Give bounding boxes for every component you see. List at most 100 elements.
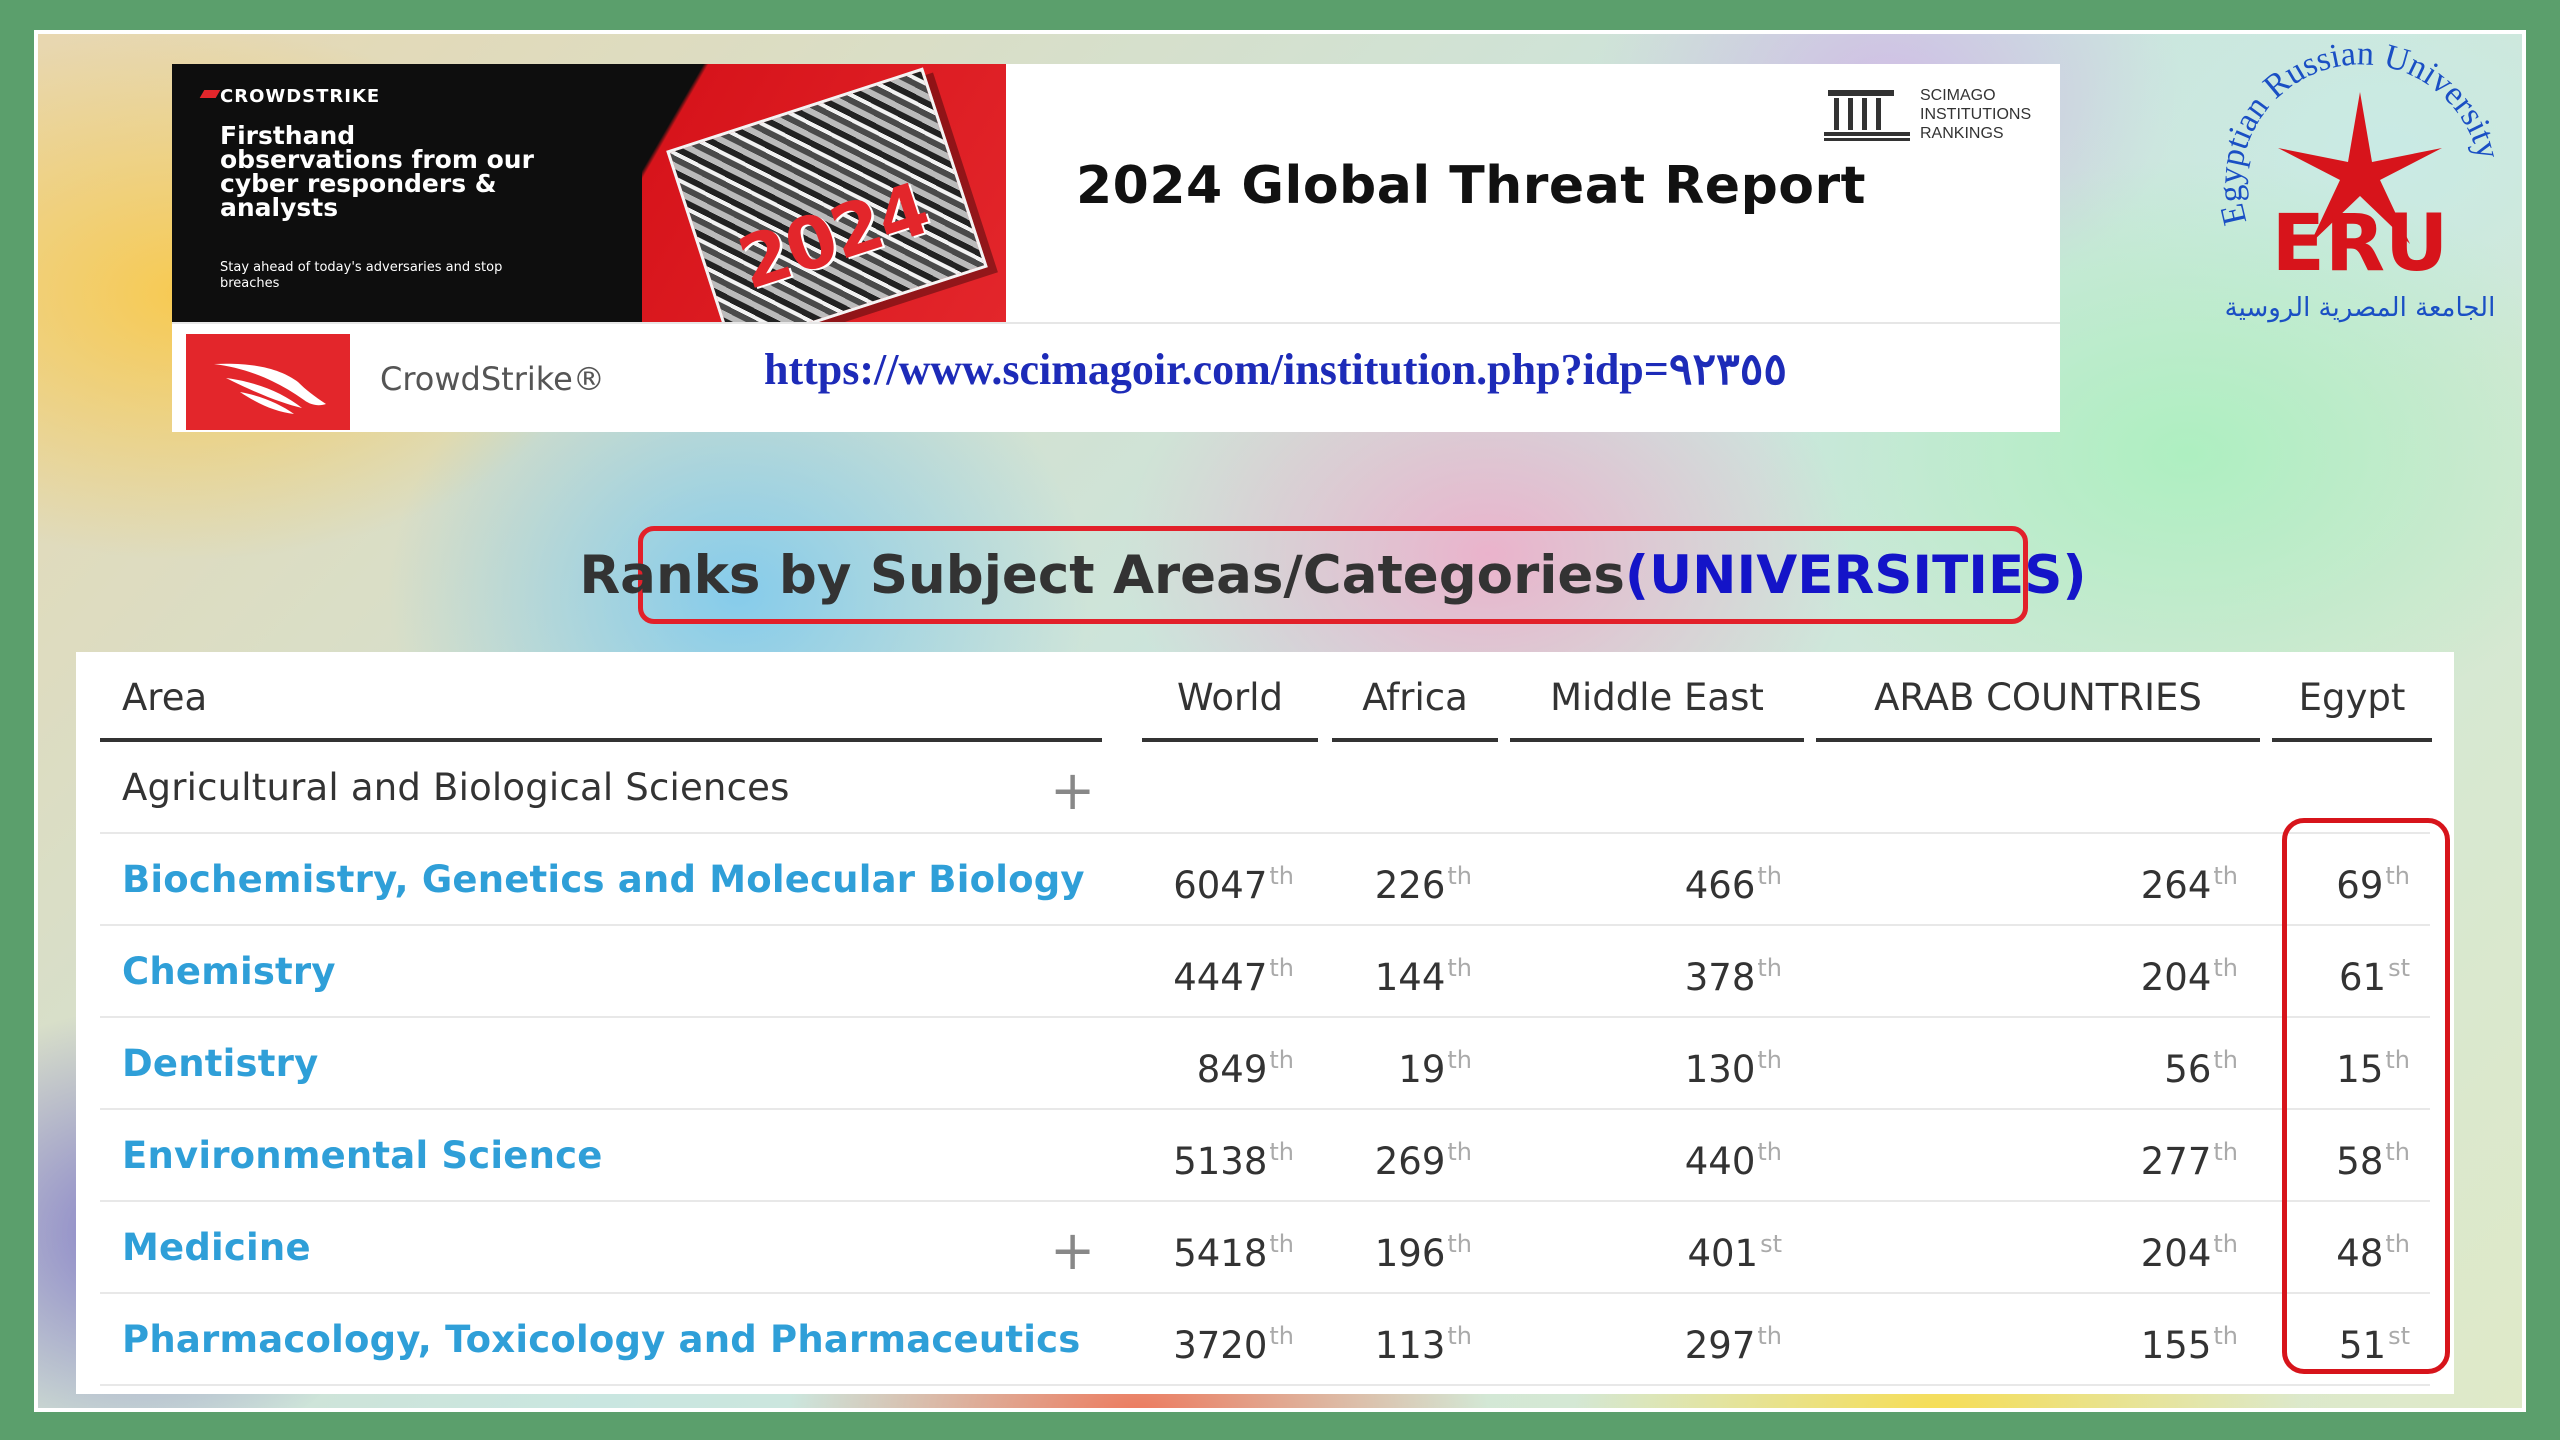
rank-cell-world: 849th [1197,1046,1294,1091]
rank-value: 4447 [1173,956,1268,999]
header-area[interactable]: Area [100,674,1102,742]
header-middle-east[interactable]: Middle East [1510,674,1804,742]
rank-suffix: th [1447,862,1472,890]
falcon-mark-icon [199,90,221,98]
eru-letters: ERU [2272,199,2449,289]
rank-cell-world: 3720th [1173,1322,1294,1367]
rank-suffix: th [1757,1046,1782,1074]
subject-area-link[interactable]: Environmental Science [122,1134,603,1177]
rank-value: 297 [1684,1324,1756,1367]
rank-value: 269 [1374,1140,1446,1183]
rank-value: 196 [1374,1232,1446,1275]
ad-brand: CROWDSTRIKE [220,86,381,107]
scimago-logo: SCIMAGO INSTITUTIONS RANKINGS [1824,86,2054,146]
eru-arabic-name: الجامعة المصرية الروسية [2225,293,2496,323]
subject-area-link[interactable]: Biochemistry, Genetics and Molecular Bio… [122,858,1085,901]
company-name: CrowdStrike® [380,360,605,398]
rank-suffix: th [2213,1138,2238,1166]
rank-cell-world: 5418th [1173,1230,1294,1275]
expand-plus-icon[interactable]: + [1050,1224,1095,1278]
rank-suffix: th [1447,1230,1472,1258]
rank-suffix: th [1447,1138,1472,1166]
egypt-highlight-box [2282,818,2450,1374]
rank-suffix: th [1269,954,1294,982]
rank-suffix: th [1447,1322,1472,1350]
expand-plus-icon[interactable]: + [1050,764,1095,818]
rank-value: 144 [1374,956,1446,999]
category-label: Agricultural and Biological Sciences [122,766,790,809]
rank-value: 155 [2140,1324,2212,1367]
table-row: Environmental Science 5138th 269th 440th 277… [100,1110,2430,1202]
category-row[interactable]: Agricultural and Biological Sciences + [100,742,2430,834]
rank-cell-me: 401st [1687,1230,1782,1275]
rank-value: 204 [2140,956,2212,999]
report-banner[interactable]: 2024 CROWDSTRIKE Firsthand observations … [172,64,2060,432]
crowdstrike-ad[interactable]: 2024 CROWDSTRIKE Firsthand observations … [172,64,1006,322]
rank-cell-africa: 144th [1375,954,1472,999]
rank-cell-me: 130th [1685,1046,1782,1091]
rank-suffix: th [1269,1138,1294,1166]
rank-suffix: th [1447,954,1472,982]
banner-footer: CrowdStrike® https://www.scimagoir.com/i… [172,322,2060,432]
rank-suffix: th [2213,862,2238,890]
table-row: Biochemistry, Genetics and Molecular Bio… [100,834,2430,926]
rank-cell-africa: 226th [1375,862,1472,907]
rank-value: 6047 [1173,864,1268,907]
header-egypt[interactable]: Egypt [2272,674,2432,742]
subject-area-link[interactable]: Chemistry [122,950,336,993]
rank-value: 226 [1374,864,1446,907]
rank-value: 466 [1684,864,1756,907]
rank-suffix: th [2213,954,2238,982]
rank-suffix: th [2213,1322,2238,1350]
rank-value: 401 [1687,1232,1759,1275]
header-arab-countries[interactable]: ARAB COUNTRIES [1816,674,2260,742]
rank-suffix: th [2213,1230,2238,1258]
rank-suffix: st [1760,1230,1782,1258]
rank-value: 204 [2140,1232,2212,1275]
rank-cell-me: 440th [1685,1138,1782,1183]
rank-suffix: th [1447,1046,1472,1074]
rank-value: 3720 [1173,1324,1268,1367]
rank-cell-world: 5138th [1173,1138,1294,1183]
rank-value: 440 [1684,1140,1756,1183]
rank-cell-arab: 56th [2164,1046,2238,1091]
rank-value: 19 [1398,1048,1446,1091]
institution-url[interactable]: https://www.scimagoir.com/institution.ph… [764,344,1787,395]
rank-value: 849 [1196,1048,1268,1091]
rank-suffix: th [1269,1322,1294,1350]
section-title: Ranks by Subject Areas/Categories (UNIVE… [579,526,2087,624]
rank-cell-world: 4447th [1173,954,1294,999]
subject-area-link[interactable]: Dentistry [122,1042,318,1085]
rank-value: 378 [1684,956,1756,999]
subject-area-link[interactable]: Pharmacology, Toxicology and Pharmaceuti… [122,1318,1081,1361]
rank-value: 264 [2140,864,2212,907]
header-africa[interactable]: Africa [1332,674,1498,742]
eru-logo: Egyptian Russian University ERU الجامعة … [2212,35,2507,323]
rank-value: 277 [2140,1140,2212,1183]
rank-suffix: th [1269,862,1294,890]
rank-value: 56 [2164,1048,2212,1091]
rank-cell-africa: 196th [1375,1230,1472,1275]
rank-cell-arab: 204th [2141,954,2238,999]
crowdstrike-logo [186,334,350,430]
table-row: Chemistry 4447th 144th 378th 204th 61st [100,926,2430,1018]
section-title-accent: (UNIVERSITIES) [1624,544,2087,606]
table-header: Area World Africa Middle East ARAB COUNT… [76,652,2454,742]
rank-value: 113 [1374,1324,1446,1367]
rank-value: 5138 [1173,1140,1268,1183]
rank-suffix: th [2213,1046,2238,1074]
rank-suffix: th [1269,1230,1294,1258]
header-world[interactable]: World [1142,674,1318,742]
rank-cell-africa: 113th [1375,1322,1472,1367]
table-row: Medicine +5418th 196th 401st 204th 48th [100,1202,2430,1294]
table-row: Pharmacology, Toxicology and Pharmaceuti… [100,1294,2430,1386]
rank-suffix: th [1757,1138,1782,1166]
scimago-text: SCIMAGO INSTITUTIONS RANKINGS [1920,87,2032,142]
table-row: Dentistry 849th 19th 130th 56th 15th [100,1018,2430,1110]
subject-area-link[interactable]: Medicine [122,1226,311,1269]
rank-cell-arab: 155th [2141,1322,2238,1367]
ad-tagline: Stay ahead of today's adversaries and st… [220,260,503,291]
report-title: 2024 Global Threat Report [1076,156,1867,216]
falcon-icon [214,363,326,414]
rank-cell-me: 466th [1685,862,1782,907]
